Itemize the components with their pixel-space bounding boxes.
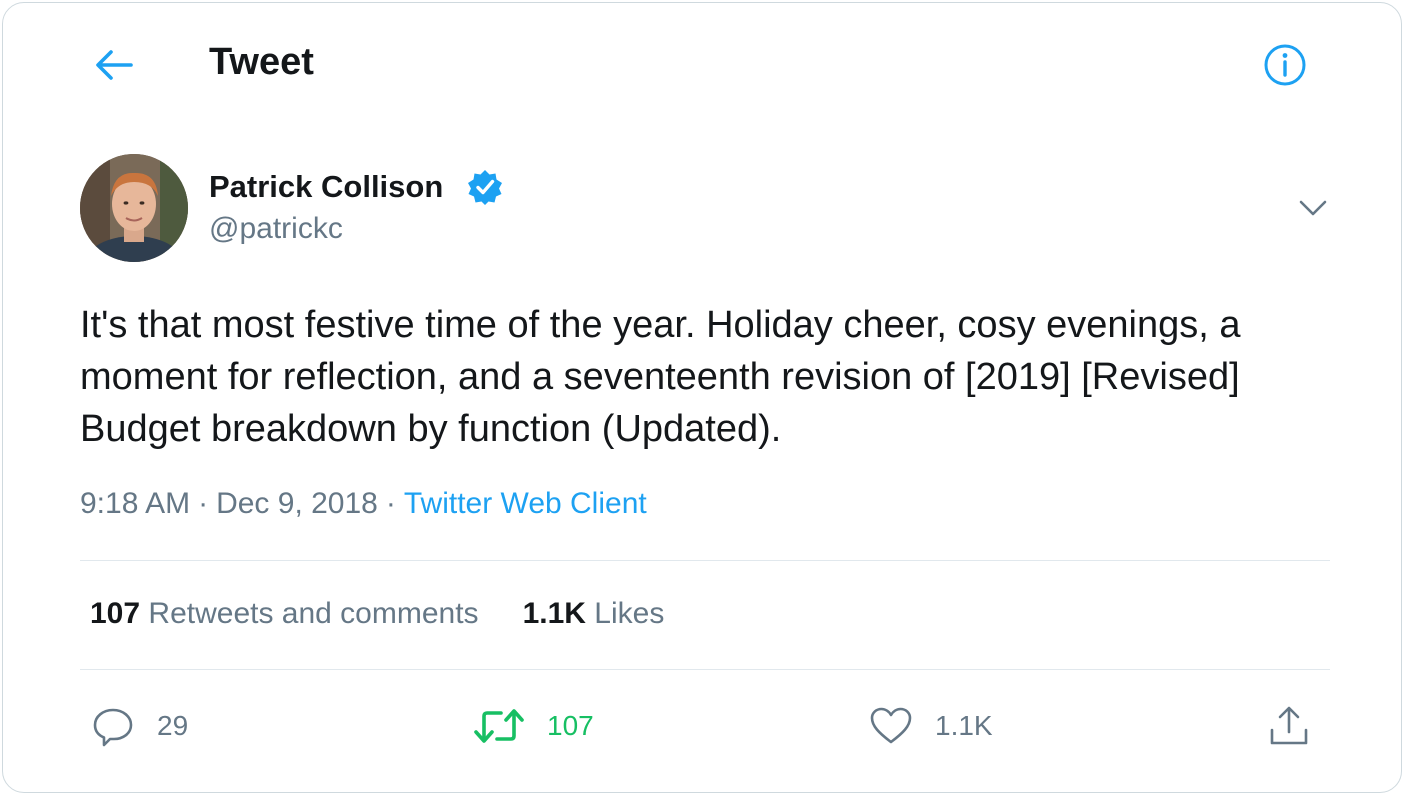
author-name[interactable]: Patrick Collison	[209, 169, 443, 205]
likes-label: Likes	[594, 597, 665, 630]
retweet-icon	[474, 709, 524, 743]
reply-button[interactable]: 29	[91, 703, 188, 749]
retweet-button[interactable]: 107	[473, 703, 594, 749]
reply-count: 29	[157, 710, 189, 741]
retweets-label: Retweets and comments	[148, 597, 479, 630]
info-button[interactable]	[1261, 41, 1309, 89]
heart-icon	[870, 707, 912, 744]
engagement-stats: 107 Retweets and comments 1.1K Likes	[90, 597, 664, 631]
meta-separator: ·	[198, 487, 209, 520]
tweet-date[interactable]: Dec 9, 2018	[216, 487, 378, 520]
meta-separator: ·	[385, 487, 396, 520]
tweet-source-link[interactable]: Twitter Web Client	[404, 487, 647, 520]
divider	[80, 560, 1330, 561]
likes-count: 1.1K	[522, 597, 586, 630]
reply-icon	[93, 708, 133, 747]
page-title: Tweet	[209, 41, 314, 83]
avatar[interactable]	[80, 154, 188, 262]
info-icon	[1264, 44, 1306, 86]
divider	[80, 669, 1330, 670]
author-handle[interactable]: @patrickc	[209, 212, 343, 246]
chevron-down-icon	[1299, 200, 1327, 216]
retweet-count: 107	[547, 710, 594, 741]
tweet-metadata: 9:18 AM · Dec 9, 2018 · Twitter Web Client	[80, 487, 647, 521]
back-button[interactable]	[91, 45, 137, 85]
tweet-time[interactable]: 9:18 AM	[80, 487, 190, 520]
share-icon	[1270, 706, 1308, 745]
tweet-card: Tweet Patrick Collison @patrickc It's th…	[2, 2, 1402, 793]
tweet-text: It's that most festive time of the year.…	[80, 304, 1241, 450]
like-count: 1.1K	[935, 710, 993, 741]
likes-stat[interactable]: 1.1K Likes	[523, 597, 665, 630]
profile-photo	[80, 154, 188, 262]
verified-badge-icon	[468, 170, 502, 205]
more-options-button[interactable]	[1293, 191, 1333, 225]
like-button[interactable]: 1.1K	[869, 703, 993, 749]
share-button[interactable]	[1267, 703, 1311, 749]
arrow-left-icon	[96, 50, 133, 80]
retweets-count: 107	[90, 597, 141, 630]
retweets-stat[interactable]: 107 Retweets and comments	[90, 597, 479, 630]
